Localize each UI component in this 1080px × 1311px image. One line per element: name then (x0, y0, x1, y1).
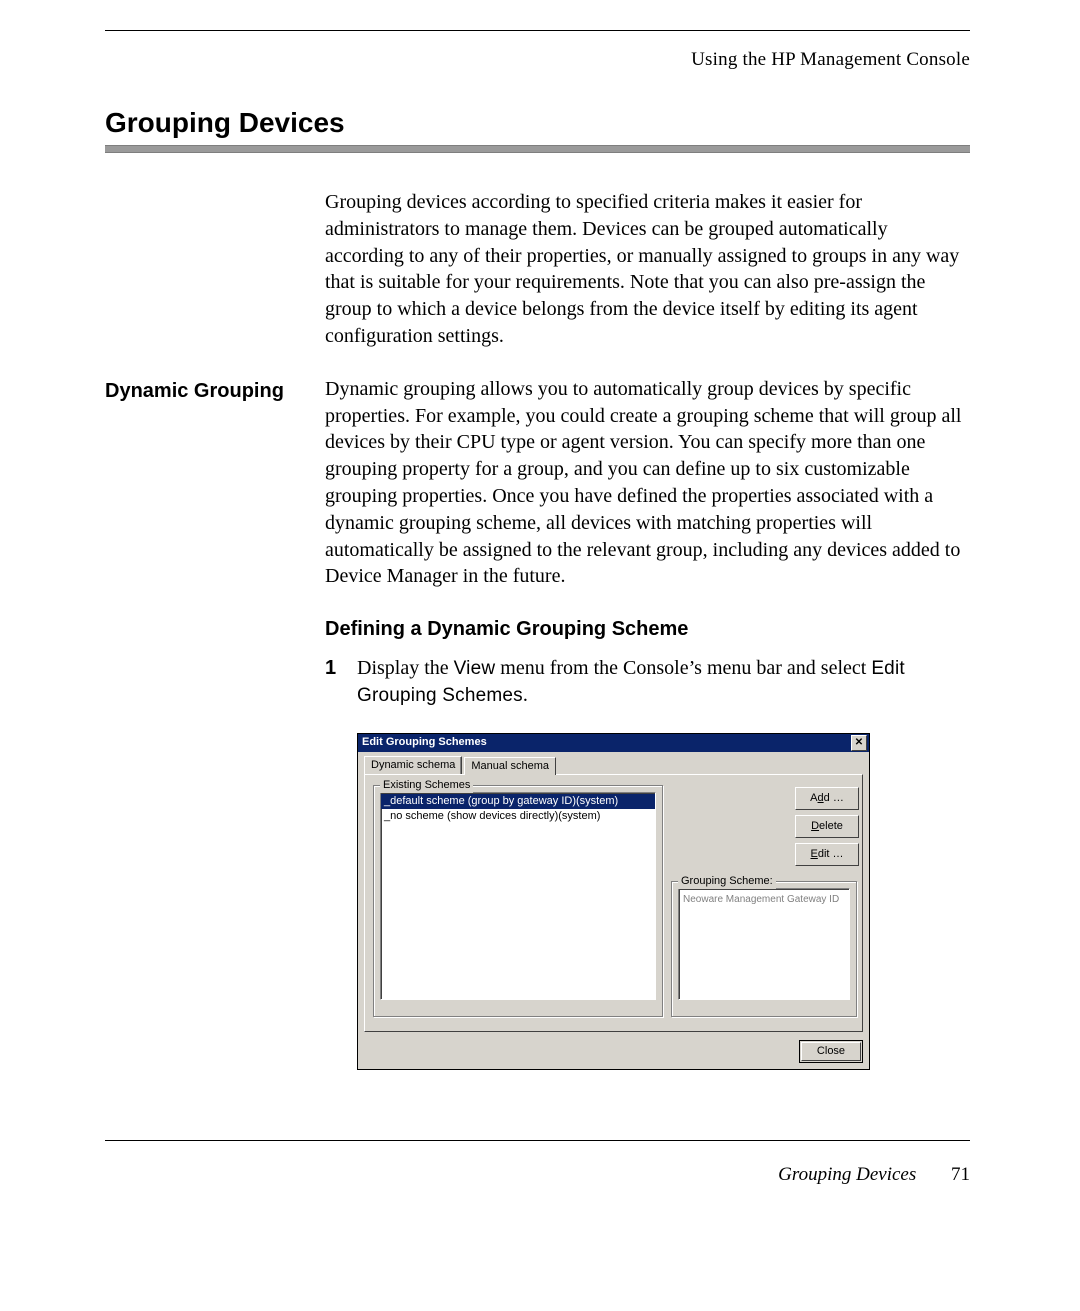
list-item[interactable]: _no scheme (show devices directly)(syste… (381, 809, 655, 824)
title-bar (105, 145, 970, 153)
existing-schemes-group: Existing Schemes _default scheme (group … (373, 785, 663, 1017)
step-text: Display the View menu from the Console’s… (357, 655, 970, 709)
grouping-scheme-group: Grouping Scheme: Neoware Management Gate… (671, 881, 857, 1017)
top-rule (105, 30, 970, 31)
close-button[interactable]: Close (799, 1040, 863, 1063)
step-number: 1 (325, 655, 357, 682)
grouping-scheme-value: Neoware Management Gateway ID (678, 888, 850, 1000)
page-footer: Grouping Devices 71 (0, 1164, 970, 1186)
grouping-scheme-legend: Grouping Scheme: (678, 874, 776, 889)
bottom-rule (105, 1140, 970, 1141)
add-button[interactable]: Add … (795, 787, 859, 810)
existing-schemes-legend: Existing Schemes (380, 778, 473, 793)
edit-button[interactable]: Edit … (795, 843, 859, 866)
edit-grouping-schemes-dialog: Edit Grouping Schemes ✕ Dynamic schema M… (357, 733, 870, 1070)
list-item[interactable]: _default scheme (group by gateway ID)(sy… (381, 794, 655, 809)
running-head: Using the HP Management Console (105, 49, 970, 71)
section-body: Dynamic grouping allows you to automatic… (325, 376, 970, 590)
schemes-listbox[interactable]: _default scheme (group by gateway ID)(sy… (380, 792, 656, 1000)
dialog-title: Edit Grouping Schemes (362, 735, 487, 750)
tab-manual-schema[interactable]: Manual schema (464, 757, 556, 776)
tab-dynamic-schema[interactable]: Dynamic schema (364, 756, 462, 775)
footer-title: Grouping Devices (778, 1164, 916, 1185)
intro-paragraph: Grouping devices according to specified … (325, 189, 970, 350)
close-icon[interactable]: ✕ (851, 735, 867, 751)
page-title: Grouping Devices (105, 107, 970, 139)
dialog-titlebar: Edit Grouping Schemes ✕ (358, 734, 869, 752)
footer-page-number: 71 (951, 1164, 970, 1185)
subsection-heading: Defining a Dynamic Grouping Scheme (325, 616, 970, 643)
section-label: Dynamic Grouping (105, 376, 325, 404)
delete-button[interactable]: Delete (795, 815, 859, 838)
